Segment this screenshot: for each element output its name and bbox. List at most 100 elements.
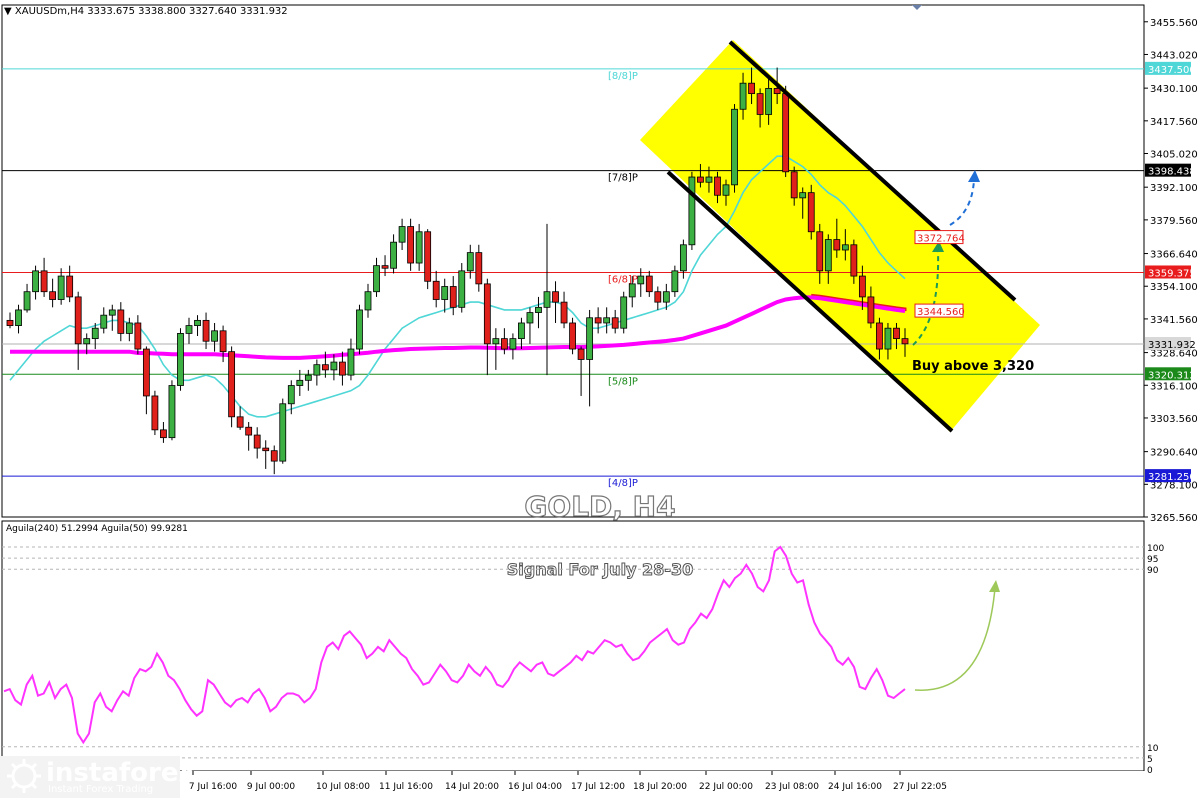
price-tag-label: 3437.500 (1148, 65, 1196, 76)
candle-body (49, 291, 57, 300)
y-tick-label: 3405.020 (1150, 150, 1198, 161)
oscillator-level-label: 100 (1147, 544, 1164, 554)
candle-body (697, 176, 704, 183)
candle-body (100, 314, 108, 329)
candle-body (228, 351, 236, 418)
candle-body (398, 226, 406, 243)
candle-body (347, 348, 355, 376)
murrey-level-label: [7/8]P (608, 173, 638, 184)
dropdown-triangle-icon[interactable]: ▼ (4, 6, 12, 17)
y-tick-label: 3316.100 (1150, 381, 1198, 392)
x-tick-label: 27 Jul 22:05 (893, 782, 947, 792)
oscillator-level-label: 95 (1147, 555, 1158, 565)
candle-body (552, 291, 559, 303)
candle-body (177, 333, 184, 386)
y-tick-label: 3303.560 (1150, 414, 1198, 425)
chart-svg[interactable]: 3455.560 3443.020 3430.100 3417.560 3405.020… (0, 0, 1200, 800)
candle-body (739, 82, 747, 110)
candle-body (390, 241, 397, 269)
candle-body (236, 416, 244, 428)
candle-body (66, 275, 74, 298)
candle-body (816, 231, 824, 272)
candle-body (577, 348, 585, 360)
candle-body (253, 434, 261, 449)
candle-body (620, 296, 628, 329)
candle-body (270, 450, 278, 462)
candle-body (645, 275, 653, 293)
candle-body (807, 192, 815, 233)
x-tick-label: 14 Jul 20:00 (445, 782, 499, 792)
candle-body (23, 291, 31, 311)
candle-body (449, 286, 457, 308)
ma-value-label: 3372.764 (917, 234, 965, 245)
candle-body (893, 327, 900, 340)
candle-body (824, 239, 832, 272)
y-tick-label: 3354.100 (1150, 282, 1198, 293)
y-tick-label: 3265.560 (1150, 513, 1198, 524)
oscillator-level-label: 5 (1147, 755, 1153, 765)
candle-body (858, 275, 866, 298)
candle-body (134, 322, 142, 350)
y-tick-label: 3417.560 (1150, 117, 1198, 128)
candle-body (211, 330, 218, 342)
candle-body (364, 291, 372, 311)
y-tick-label: 3455.560 (1150, 18, 1198, 29)
candle-body (168, 385, 176, 439)
candle-body (330, 361, 338, 371)
chart-header: ▼ XAUUSDm,H4 3333.675 3338.800 3327.640 … (4, 6, 288, 17)
murrey-level-label: [8/8]P (608, 71, 638, 82)
candle-body (705, 176, 713, 183)
candle-body (628, 283, 636, 298)
x-tick-label: 24 Jul 16:00 (828, 782, 882, 792)
x-tick-label: 17 Jul 12:00 (571, 782, 625, 792)
candle-body (32, 270, 39, 293)
y-tick-label: 3366.640 (1150, 250, 1198, 261)
candle-body (356, 309, 363, 350)
candle-body (475, 252, 483, 285)
candle-body (884, 327, 892, 350)
candle-body (782, 93, 790, 173)
candle-body (722, 184, 730, 196)
candle-body (850, 244, 858, 277)
candle-body (151, 395, 159, 431)
candle-body (458, 270, 466, 308)
candle-body (500, 338, 508, 350)
murrey-level-label: [4/8]P (608, 478, 638, 489)
y-tick-label: 3290.640 (1150, 448, 1198, 459)
candle-body (279, 403, 287, 462)
candle-body (526, 312, 534, 324)
candle-body (535, 306, 542, 313)
candle-body (125, 322, 133, 334)
candle-body (424, 231, 432, 282)
price-tag-label: 3281.250 (1148, 472, 1196, 483)
candle-body (74, 296, 82, 345)
candle-body (245, 426, 253, 436)
candle-body (407, 226, 415, 264)
candle-body (518, 322, 525, 340)
instaforex-logo: instaforex Instant Forex Trading (0, 756, 195, 798)
candle-body (15, 309, 22, 326)
candle-body (262, 447, 270, 452)
candle-body (219, 330, 227, 353)
x-tick-label: 22 Jul 00:00 (699, 782, 753, 792)
candle-body (296, 379, 304, 386)
candle-body (748, 82, 755, 95)
candle-body (731, 108, 738, 186)
murrey-level-label: [5/8]P (608, 376, 638, 387)
candle-body (91, 327, 99, 340)
candle-body (313, 364, 321, 376)
x-tick-label: 11 Jul 16:00 (379, 782, 433, 792)
candle-body (543, 291, 551, 308)
candle-body (466, 252, 474, 272)
y-tick-label: 3392.100 (1150, 183, 1198, 194)
candle-body (83, 338, 91, 345)
candle-body (679, 244, 687, 272)
candle-body (415, 231, 423, 264)
candle-body (142, 348, 150, 397)
candle-body (611, 317, 619, 329)
candle-body (202, 319, 210, 342)
chart-area[interactable]: 3455.560 3443.020 3430.100 3417.560 3405.020… (0, 0, 1200, 800)
x-tick-label: 9 Jul 00:00 (247, 782, 296, 792)
candle-body (321, 364, 329, 371)
candle-body (441, 286, 449, 300)
